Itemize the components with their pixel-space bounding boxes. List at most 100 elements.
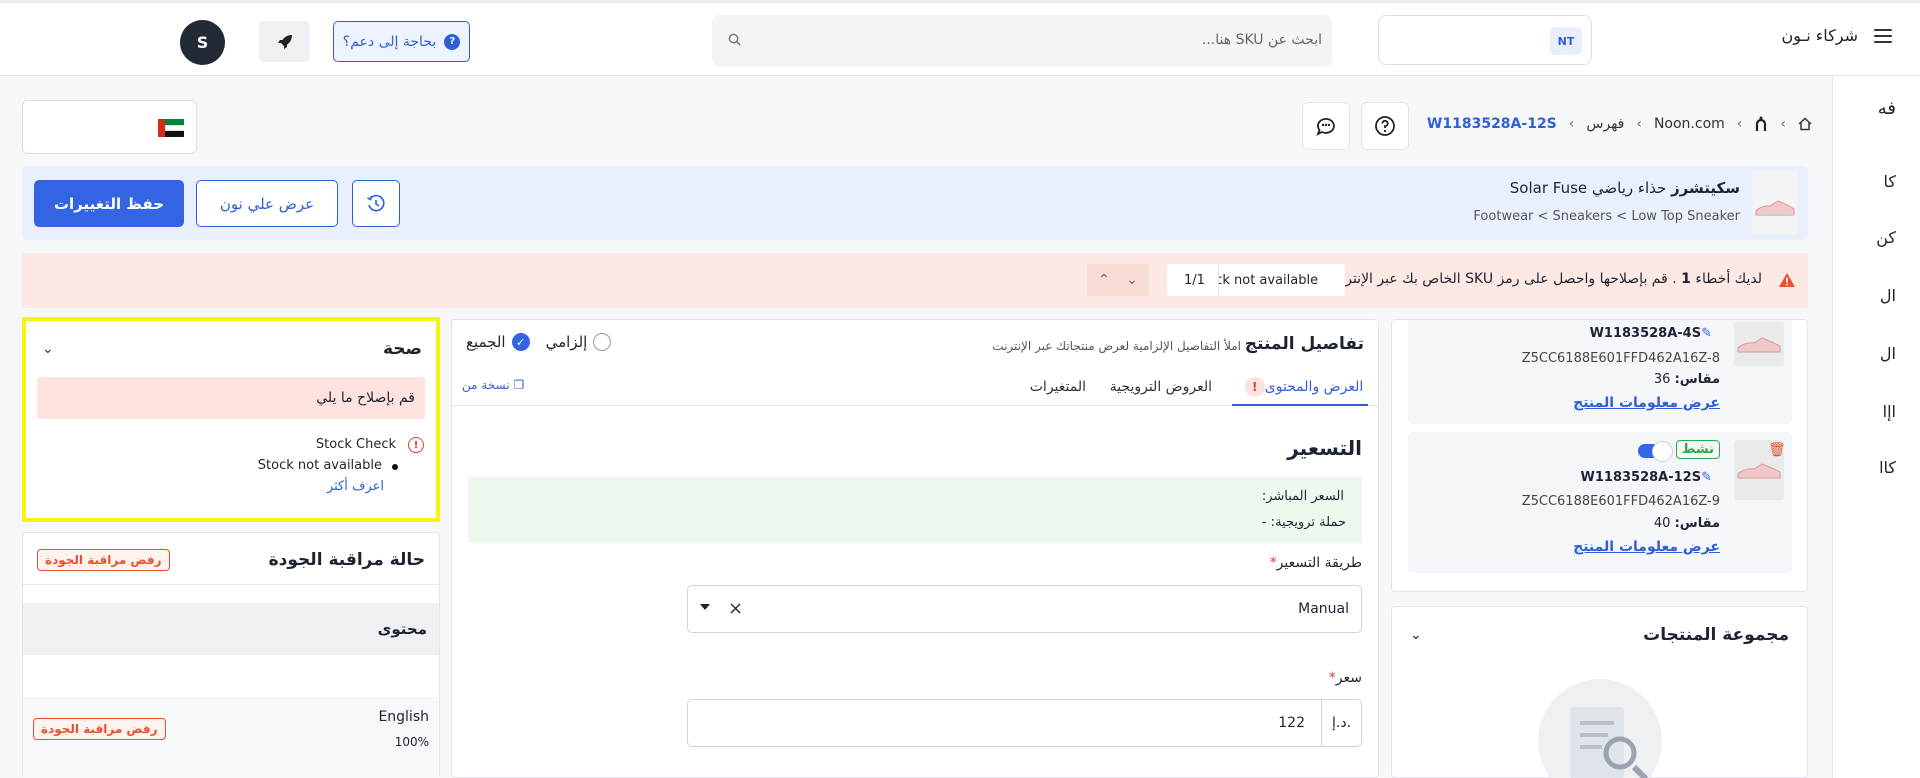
tab-variants[interactable]: المتغيرات <box>1030 374 1086 406</box>
product-header: سكيتشرز حذاء رياضي Solar Fuse Footwear <… <box>22 166 1808 240</box>
support-label: بحاجة إلى دعم؟ <box>342 33 437 50</box>
partner-badge: NT <box>1550 27 1582 55</box>
currency-label: د.إ. <box>1321 700 1361 746</box>
rocket-button[interactable] <box>259 21 310 62</box>
qc-language: English <box>378 709 429 725</box>
save-changes-button[interactable]: حفظ التغييرات <box>34 180 184 227</box>
tab-content[interactable]: العرض والمحتوى! <box>1232 374 1368 406</box>
qc-header: حالة مراقبة الجودة رفض مراقبة الجودة <box>23 533 439 585</box>
status-badge: نشط <box>1675 440 1720 459</box>
error-banner: لديك أخطاء 1 . قم بإصلاحها واحصل على رمز… <box>22 253 1808 308</box>
radio-all[interactable]: ✓ الجميع <box>466 333 530 351</box>
partner-selector[interactable]: NT <box>1378 15 1592 65</box>
view-on-noon-button[interactable]: عرض علي نون <box>196 180 338 227</box>
health-title: صحة <box>383 339 422 359</box>
help-icon: ? <box>444 33 461 50</box>
question-circle-icon <box>1375 116 1395 136</box>
pricing-method-value: Manual <box>1298 601 1349 617</box>
variant-card[interactable]: نشط 🗑 W1183528A-12S✎ Z5CC6188E601FFD462A… <box>1408 432 1792 573</box>
pricing-title: التسعير <box>1287 436 1362 460</box>
sidebar-item-6[interactable]: اإا <box>1883 402 1896 421</box>
country-selector[interactable] <box>22 100 197 154</box>
product-category-path: Footwear < Sneakers < Low Top Sneaker <box>1473 209 1740 224</box>
trash-icon[interactable]: 🗑 <box>1768 442 1786 458</box>
breadcrumb: › › Noon.com › فهرس › W1183528A-12S <box>1427 116 1812 132</box>
product-title: سكيتشرز حذاء رياضي Solar Fuse <box>1510 179 1740 197</box>
qc-reject-badge: رفض مراقبة الجودة <box>37 549 170 571</box>
caret-down-icon[interactable] <box>700 604 710 610</box>
sidebar-item-3[interactable]: كن <box>1876 228 1896 247</box>
chevron-down-icon[interactable]: ⌄ <box>1410 627 1422 643</box>
price-value: 122 <box>1278 715 1305 731</box>
price-input[interactable]: د.إ. 122 <box>687 699 1362 747</box>
brand-logo[interactable]: شركاء نـون <box>1782 26 1859 45</box>
sidebar-item-2[interactable]: كا <box>1884 172 1897 191</box>
variant-code: Z5CC6188E601FFD462A16Z-9 <box>1521 494 1720 509</box>
chevron-down-icon: ⌄ <box>1126 272 1138 288</box>
price-summary: السعر المباشر: حملة ترويجية: - <box>468 477 1362 543</box>
product-thumbnail[interactable] <box>1752 171 1798 235</box>
breadcrumb-catalog[interactable]: فهرس <box>1586 116 1624 132</box>
edit-icon[interactable]: ✎ <box>1701 326 1712 341</box>
view-product-info-link[interactable]: عرض معلومات المنتج <box>1573 395 1720 411</box>
field-filter: إلزامي ✓ الجميع <box>466 333 612 351</box>
warning-icon: ! <box>1244 377 1265 397</box>
qc-title: حالة مراقبة الجودة <box>268 550 425 570</box>
learn-more-link[interactable]: اعرف أكثر <box>327 479 384 494</box>
top-bar: شركاء نـون NT ابحث عن SKU هنا... ? بحاجة… <box>0 0 1920 76</box>
chevron-icon: › <box>1568 116 1575 132</box>
sidebar-item-7[interactable]: كاا <box>1879 458 1896 477</box>
tab-promotions[interactable]: العروض الترويجية <box>1110 374 1212 406</box>
copy-from-link[interactable]: ❐ نسخة من <box>462 378 524 392</box>
variant-size: مقاس: 36 <box>1653 372 1720 387</box>
uae-flag-icon <box>158 119 184 137</box>
sidebar: فه كا كن ال ال اإا كاا <box>1832 76 1920 778</box>
breadcrumb-noon[interactable]: Noon.com <box>1654 116 1725 132</box>
history-button[interactable] <box>352 180 400 227</box>
variants-panel: W1183528A-4S✎ Z5CC6188E601FFD462A16Z-8 م… <box>1391 319 1808 592</box>
empty-search-illustration-icon <box>1538 679 1662 778</box>
avatar[interactable]: S <box>180 20 225 65</box>
prev-error-button[interactable]: ⌃ <box>1087 264 1121 296</box>
sidebar-item-5[interactable]: ال <box>1880 344 1896 363</box>
chat-icon <box>1316 118 1335 136</box>
radio-circle <box>593 333 612 351</box>
qc-content-row: محتوى <box>23 603 439 655</box>
noon-logo-icon[interactable] <box>1754 116 1768 132</box>
edit-icon[interactable]: ✎ <box>1701 470 1712 485</box>
sidebar-item-4[interactable]: ال <box>1880 286 1896 305</box>
warning-icon <box>1779 273 1795 287</box>
support-button[interactable]: ? بحاجة إلى دعم؟ <box>333 21 470 62</box>
fix-notice: قم بإصلاح ما يلي <box>37 377 425 419</box>
qc-status-card: حالة مراقبة الجودة رفض مراقبة الجودة محت… <box>22 532 440 778</box>
bullet <box>392 464 398 470</box>
error-pager: 1/1 <box>1171 264 1219 296</box>
radio-mandatory[interactable]: إلزامي <box>546 333 612 351</box>
view-product-info-link[interactable]: عرض معلومات المنتج <box>1573 539 1720 555</box>
chevron-down-icon[interactable]: ⌄ <box>42 341 54 357</box>
chevron-icon: › <box>1736 116 1743 132</box>
help-button[interactable] <box>1361 102 1409 150</box>
sidebar-item-1[interactable]: فه <box>1878 98 1896 119</box>
search-icon <box>728 33 741 46</box>
qc-language-row: English 100% رفض مراقبة الجودة <box>23 697 439 778</box>
sneaker-icon <box>1737 337 1781 353</box>
chevron-icon: › <box>1780 116 1786 132</box>
home-icon[interactable] <box>1798 117 1812 131</box>
clear-icon[interactable]: × <box>728 598 743 619</box>
qc-language-reject-badge: رفض مراقبة الجودة <box>33 718 166 740</box>
error-info-icon: ! <box>408 437 424 453</box>
group-title: مجموعة المنتجات <box>1643 625 1789 645</box>
live-price: السعر المباشر: <box>1261 489 1344 504</box>
health-card: صحة ⌄ قم بإصلاح ما يلي ! Stock Check Sto… <box>22 317 440 522</box>
check-icon: ✓ <box>511 333 530 351</box>
chat-button[interactable] <box>1302 102 1350 150</box>
chevron-up-icon: ⌃ <box>1098 272 1110 288</box>
search-input[interactable]: ابحث عن SKU هنا... <box>712 15 1332 67</box>
variant-thumbnail <box>1734 322 1784 366</box>
active-toggle[interactable] <box>1638 441 1673 462</box>
stock-check-label: Stock Check <box>315 437 396 452</box>
menu-icon[interactable] <box>1874 29 1892 45</box>
pricing-method-select[interactable]: Manual × <box>687 585 1362 633</box>
variant-card[interactable]: W1183528A-4S✎ Z5CC6188E601FFD462A16Z-8 م… <box>1408 320 1792 424</box>
